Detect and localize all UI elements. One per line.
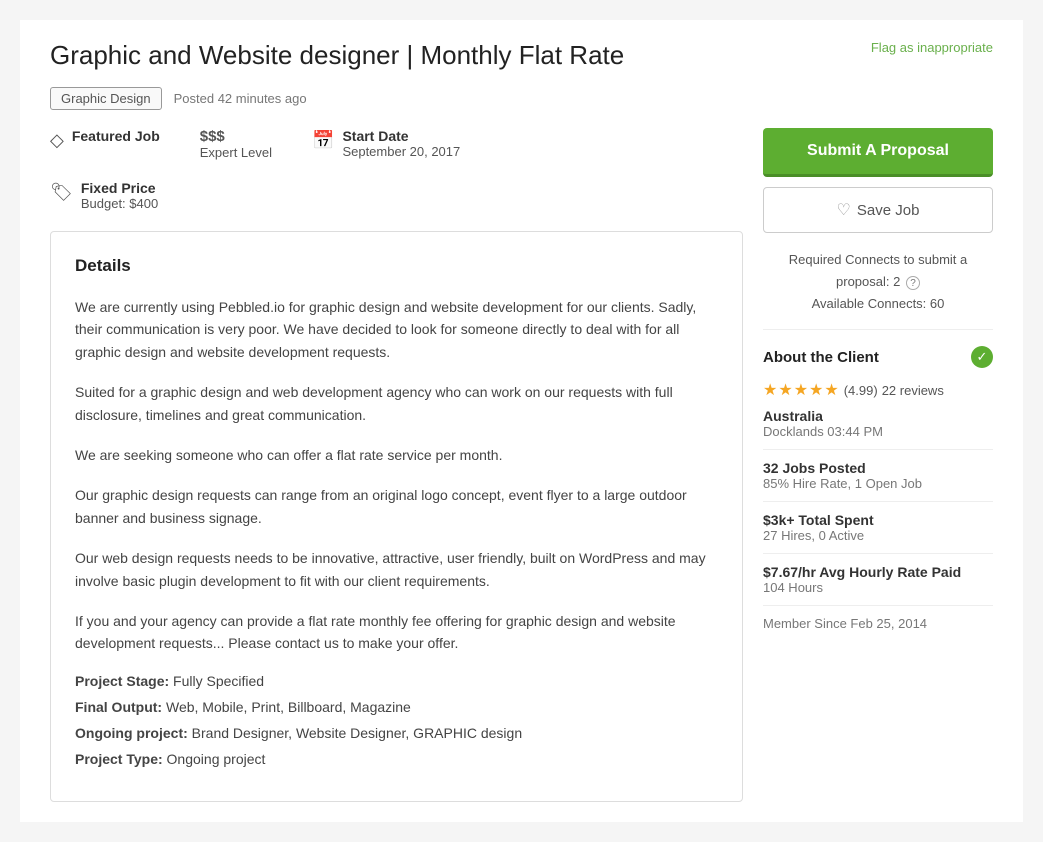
about-client-title: About the Client	[763, 349, 879, 366]
ongoing-project-value: Brand Designer, Website Designer, GRAPHI…	[192, 725, 522, 741]
final-output-value: Web, Mobile, Print, Billboard, Magazine	[166, 699, 411, 715]
client-location: Australia Docklands 03:44 PM	[763, 408, 993, 450]
detail-para-6: If you and your agency can provide a fla…	[75, 610, 718, 655]
top-bar: Graphic and Website designer | Monthly F…	[50, 40, 993, 71]
jobs-posted-sub: 85% Hire Rate, 1 Open Job	[763, 476, 993, 491]
jobs-posted-stat: 32 Jobs Posted 85% Hire Rate, 1 Open Job	[763, 460, 993, 502]
detail-para-1: We are currently using Pebbled.io for gr…	[75, 296, 718, 363]
rating-value: (4.99)	[844, 383, 878, 398]
project-type-value: Ongoing project	[167, 751, 266, 767]
posted-time: Posted 42 minutes ago	[174, 91, 307, 106]
featured-job-text: Featured Job	[72, 128, 160, 144]
client-city: Docklands 03:44 PM	[763, 424, 993, 439]
fixed-price-label: Fixed Price	[81, 180, 158, 196]
rating-row: ★★★★★ (4.99) 22 reviews	[763, 380, 993, 400]
fixed-price-item: 🏷 Fixed Price Budget: $400	[50, 180, 158, 211]
final-output-label: Final Output:	[75, 699, 162, 715]
start-date-label: Start Date	[342, 128, 460, 144]
connects-line2: proposal: 2 ?	[763, 271, 993, 293]
reviews-count: 22 reviews	[882, 383, 944, 398]
featured-job-label: Featured Job	[72, 128, 160, 144]
project-type-label: Project Type:	[75, 751, 163, 767]
job-info-row: ◇ Featured Job $$$ Expert Level 📅	[50, 128, 743, 160]
price-sub: Expert Level	[200, 145, 272, 160]
price-text: $$$ Expert Level	[200, 128, 272, 160]
detail-para-5: Our web design requests needs to be inno…	[75, 547, 718, 592]
verified-icon: ✓	[971, 346, 993, 368]
member-since: Member Since Feb 25, 2014	[763, 616, 993, 631]
fixed-price-text: Fixed Price Budget: $400	[81, 180, 158, 211]
total-spent-sub: 27 Hires, 0 Active	[763, 528, 993, 543]
right-sidebar: Submit A Proposal ♡ Save Job Required Co…	[763, 128, 993, 802]
tag-badge[interactable]: Graphic Design	[50, 87, 162, 110]
project-type-row: Project Type: Ongoing project	[75, 751, 718, 767]
detail-para-3: We are seeking someone who can offer a f…	[75, 444, 718, 466]
start-date-value: September 20, 2017	[342, 144, 460, 159]
avg-rate-sub: 104 Hours	[763, 580, 993, 595]
save-job-button[interactable]: ♡ Save Job	[763, 187, 993, 233]
final-output-row: Final Output: Web, Mobile, Print, Billbo…	[75, 699, 718, 715]
jobs-posted-label: 32 Jobs Posted	[763, 460, 993, 476]
featured-job-item: ◇ Featured Job	[50, 128, 160, 151]
tag-icon: 🏷	[50, 182, 73, 203]
main-layout: ◇ Featured Job $$$ Expert Level 📅	[50, 128, 993, 802]
total-spent-label: $3k+ Total Spent	[763, 512, 993, 528]
detail-para-4: Our graphic design requests can range fr…	[75, 484, 718, 529]
stars: ★★★★★	[763, 380, 840, 400]
avg-rate-stat: $7.67/hr Avg Hourly Rate Paid 104 Hours	[763, 564, 993, 606]
about-client: About the Client ✓ ★★★★★ (4.99) 22 revie…	[763, 346, 993, 631]
start-date-text: Start Date September 20, 2017	[342, 128, 460, 159]
project-stage-row: Project Stage: Fully Specified	[75, 673, 718, 689]
project-stage-label: Project Stage:	[75, 673, 169, 689]
details-title: Details	[75, 256, 718, 276]
budget-value: Budget: $400	[81, 196, 158, 211]
about-client-header: About the Client ✓	[763, 346, 993, 368]
connects-line3: Available Connects: 60	[763, 293, 993, 315]
connects-line1: Required Connects to submit a	[763, 249, 993, 271]
submit-proposal-button[interactable]: Submit A Proposal	[763, 128, 993, 177]
start-date-item: 📅 Start Date September 20, 2017	[312, 128, 460, 159]
detail-para-2: Suited for a graphic design and web deve…	[75, 381, 718, 426]
ongoing-project-row: Ongoing project: Brand Designer, Website…	[75, 725, 718, 741]
connects-box: Required Connects to submit a proposal: …	[763, 249, 993, 330]
price-item: $$$ Expert Level	[200, 128, 272, 160]
project-stage-value: Fully Specified	[173, 673, 264, 689]
client-country: Australia	[763, 408, 993, 424]
details-text: We are currently using Pebbled.io for gr…	[75, 296, 718, 655]
connects-text2: proposal: 2	[836, 274, 900, 289]
ongoing-project-label: Ongoing project:	[75, 725, 188, 741]
calendar-icon: 📅	[312, 130, 334, 151]
save-job-label: Save Job	[857, 202, 920, 219]
job-title: Graphic and Website designer | Monthly F…	[50, 40, 871, 71]
meta-row: Graphic Design Posted 42 minutes ago	[50, 87, 993, 110]
flag-link[interactable]: Flag as inappropriate	[871, 40, 993, 55]
diamond-icon: ◇	[50, 130, 64, 151]
connects-text1: Required Connects to submit a	[789, 252, 967, 267]
page-container: Graphic and Website designer | Monthly F…	[20, 20, 1023, 822]
heart-icon: ♡	[837, 200, 851, 220]
price-level: $$$	[200, 128, 272, 145]
total-spent-stat: $3k+ Total Spent 27 Hires, 0 Active	[763, 512, 993, 554]
project-meta: Project Stage: Fully Specified Final Out…	[75, 673, 718, 767]
details-box: Details We are currently using Pebbled.i…	[50, 231, 743, 802]
fixed-price-row: 🏷 Fixed Price Budget: $400	[50, 180, 743, 211]
avg-rate-label: $7.67/hr Avg Hourly Rate Paid	[763, 564, 993, 580]
left-column: ◇ Featured Job $$$ Expert Level 📅	[50, 128, 743, 802]
question-icon[interactable]: ?	[906, 276, 920, 290]
